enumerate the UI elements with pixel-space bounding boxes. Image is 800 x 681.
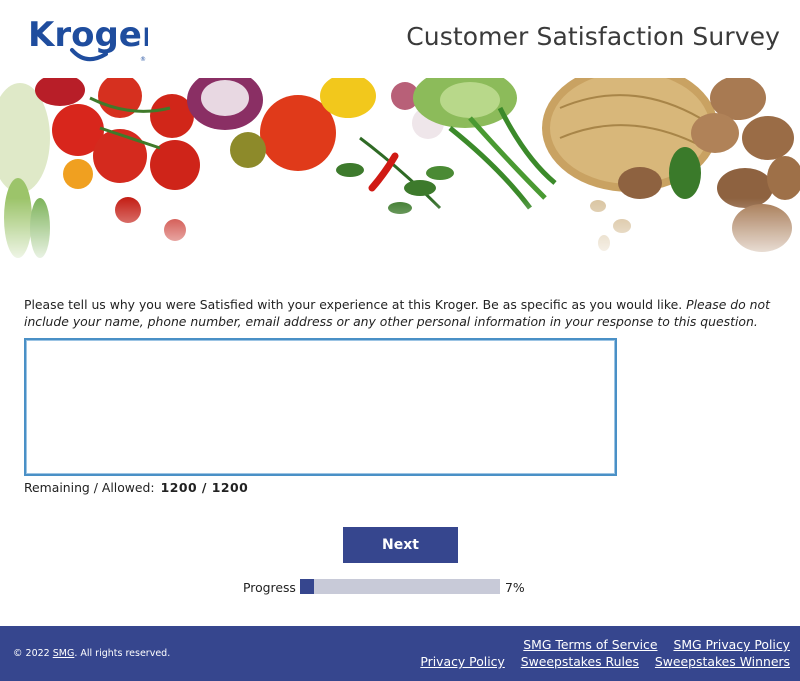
answer-textarea[interactable] (24, 338, 617, 476)
character-counter: Remaining / Allowed: 1200 / 1200 (24, 480, 248, 495)
counter-value: 1200 / 1200 (160, 480, 249, 495)
footer: © 2022 SMG. All rights reserved. SMG Ter… (0, 626, 800, 681)
vegetables-banner (0, 78, 800, 270)
privacy-policy-link[interactable]: Privacy Policy (420, 654, 504, 669)
smg-terms-link[interactable]: SMG Terms of Service (523, 637, 657, 652)
kroger-logo: Kroger ® (28, 15, 148, 63)
progress-percent: 7% (505, 580, 525, 595)
sweepstakes-rules-link[interactable]: Sweepstakes Rules (521, 654, 639, 669)
smg-privacy-link[interactable]: SMG Privacy Policy (673, 637, 790, 652)
progress-fill (300, 579, 314, 594)
question-text: Please tell us why you were Satisfied wi… (24, 297, 784, 330)
progress-label: Progress (243, 580, 296, 595)
sweepstakes-winners-link[interactable]: Sweepstakes Winners (655, 654, 790, 669)
progress-bar (300, 579, 500, 594)
svg-text:®: ® (140, 56, 146, 63)
smg-link[interactable]: SMG (53, 648, 75, 659)
svg-text:Kroger: Kroger (28, 15, 148, 55)
header: Kroger ® Customer Satisfaction Survey (0, 0, 800, 78)
copyright-suffix: . All rights reserved. (74, 648, 171, 659)
next-button[interactable]: Next (343, 527, 458, 563)
page-title: Customer Satisfaction Survey (406, 22, 780, 51)
question-main: Please tell us why you were Satisfied wi… (24, 297, 683, 312)
footer-links-row1: SMG Terms of Service SMG Privacy Policy (511, 637, 790, 652)
footer-links-row2: Privacy Policy Sweepstakes Rules Sweepst… (408, 654, 790, 669)
copyright: © 2022 SMG. All rights reserved. (13, 648, 170, 659)
copyright-prefix: © 2022 (13, 648, 50, 659)
counter-label: Remaining / Allowed: (24, 480, 155, 495)
